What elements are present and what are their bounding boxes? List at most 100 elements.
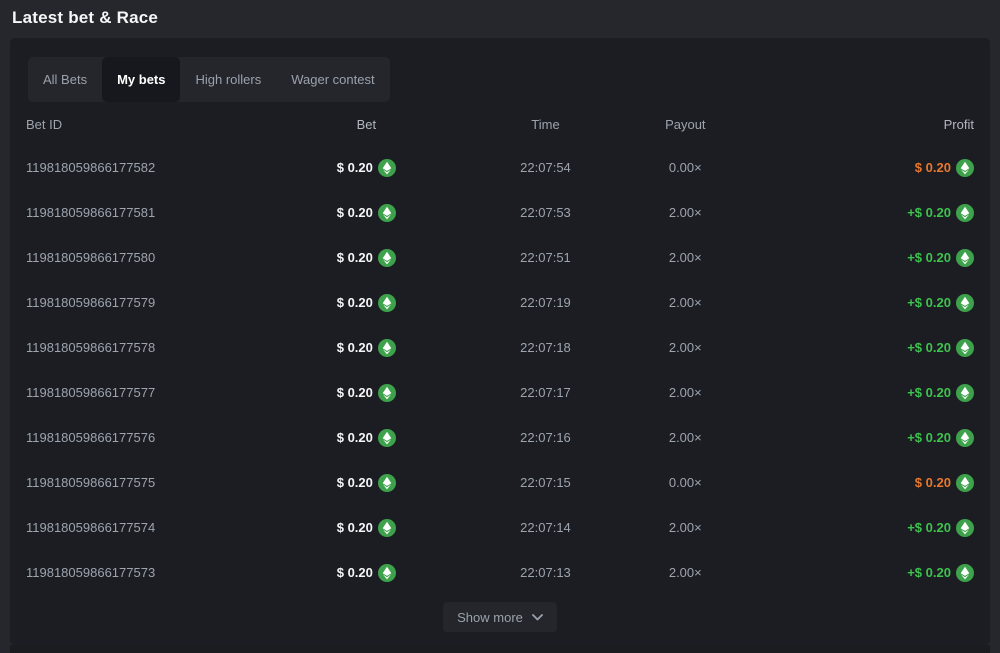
bet-time-cell: 22:07:18 [456, 340, 634, 355]
bet-amount: $ 0.20 [337, 430, 373, 445]
green-coin-icon [378, 339, 396, 357]
bets-tabs: All BetsMy betsHigh rollersWager contest [28, 57, 390, 102]
header-bet-id: Bet ID [26, 117, 276, 132]
bet-amount-cell: $ 0.20 [276, 249, 456, 267]
next-section-edge [10, 645, 990, 653]
bet-time-cell: 22:07:51 [456, 250, 634, 265]
green-coin-icon [378, 429, 396, 447]
bet-profit-cell: +$ 0.20 [736, 339, 974, 357]
green-coin-icon [378, 474, 396, 492]
bet-time-cell: 22:07:19 [456, 295, 634, 310]
profit-amount: +$ 0.20 [907, 520, 951, 535]
bet-id-cell: 119818059866177578 [26, 340, 276, 355]
green-coin-icon [956, 249, 974, 267]
green-coin-icon [378, 249, 396, 267]
bet-amount: $ 0.20 [337, 205, 373, 220]
green-coin-icon [956, 519, 974, 537]
table-header-row: Bet ID Bet Time Payout Profit [26, 110, 974, 138]
green-coin-icon [378, 519, 396, 537]
table-row[interactable]: 119818059866177577 $ 0.20 22:07:17 2.00×… [26, 370, 974, 415]
bet-id-cell: 119818059866177580 [26, 250, 276, 265]
profit-amount: +$ 0.20 [907, 250, 951, 265]
bet-profit-cell: +$ 0.20 [736, 564, 974, 582]
profit-amount: $ 0.20 [915, 475, 951, 490]
bet-profit-cell: +$ 0.20 [736, 384, 974, 402]
table-row[interactable]: 119818059866177578 $ 0.20 22:07:18 2.00×… [26, 325, 974, 370]
table-row[interactable]: 119818059866177574 $ 0.20 22:07:14 2.00×… [26, 505, 974, 550]
green-coin-icon [956, 159, 974, 177]
bet-amount-cell: $ 0.20 [276, 204, 456, 222]
bets-table-body: 119818059866177582 $ 0.20 22:07:54 0.00×… [26, 145, 974, 595]
bet-amount-cell: $ 0.20 [276, 339, 456, 357]
bet-id-cell: 119818059866177579 [26, 295, 276, 310]
table-row[interactable]: 119818059866177579 $ 0.20 22:07:19 2.00×… [26, 280, 974, 325]
bet-id-cell: 119818059866177576 [26, 430, 276, 445]
table-row[interactable]: 119818059866177573 $ 0.20 22:07:13 2.00×… [26, 550, 974, 595]
bet-payout-cell: 2.00× [635, 385, 736, 400]
bet-id-cell: 119818059866177574 [26, 520, 276, 535]
table-row[interactable]: 119818059866177582 $ 0.20 22:07:54 0.00×… [26, 145, 974, 190]
bet-profit-cell: +$ 0.20 [736, 204, 974, 222]
green-coin-icon [956, 294, 974, 312]
bet-payout-cell: 2.00× [635, 295, 736, 310]
tab-my-bets[interactable]: My bets [102, 57, 180, 102]
page-header: Latest bet & Race [0, 0, 1000, 38]
bet-time-cell: 22:07:13 [456, 565, 634, 580]
bet-amount: $ 0.20 [337, 160, 373, 175]
bet-time-cell: 22:07:53 [456, 205, 634, 220]
green-coin-icon [956, 204, 974, 222]
profit-amount: +$ 0.20 [907, 385, 951, 400]
bet-amount: $ 0.20 [337, 295, 373, 310]
bet-id-cell: 119818059866177575 [26, 475, 276, 490]
table-row[interactable]: 119818059866177575 $ 0.20 22:07:15 0.00×… [26, 460, 974, 505]
profit-amount: +$ 0.20 [907, 430, 951, 445]
bet-amount-cell: $ 0.20 [276, 159, 456, 177]
bet-amount: $ 0.20 [337, 250, 373, 265]
header-bet: Bet [276, 117, 456, 132]
bet-payout-cell: 2.00× [635, 250, 736, 265]
green-coin-icon [378, 384, 396, 402]
bet-amount-cell: $ 0.20 [276, 429, 456, 447]
table-row[interactable]: 119818059866177580 $ 0.20 22:07:51 2.00×… [26, 235, 974, 280]
bet-profit-cell: +$ 0.20 [736, 429, 974, 447]
profit-amount: $ 0.20 [915, 160, 951, 175]
bet-amount-cell: $ 0.20 [276, 564, 456, 582]
green-coin-icon [956, 429, 974, 447]
bet-amount: $ 0.20 [337, 565, 373, 580]
green-coin-icon [956, 564, 974, 582]
table-row[interactable]: 119818059866177576 $ 0.20 22:07:16 2.00×… [26, 415, 974, 460]
bet-payout-cell: 0.00× [635, 160, 736, 175]
profit-amount: +$ 0.20 [907, 205, 951, 220]
bet-id-cell: 119818059866177582 [26, 160, 276, 175]
bet-payout-cell: 2.00× [635, 565, 736, 580]
bet-profit-cell: +$ 0.20 [736, 249, 974, 267]
header-payout: Payout [635, 117, 736, 132]
green-coin-icon [378, 294, 396, 312]
show-more-label: Show more [457, 610, 523, 625]
bet-id-cell: 119818059866177573 [26, 565, 276, 580]
bet-time-cell: 22:07:16 [456, 430, 634, 445]
tab-all-bets[interactable]: All Bets [28, 57, 102, 102]
bet-time-cell: 22:07:54 [456, 160, 634, 175]
bet-time-cell: 22:07:15 [456, 475, 634, 490]
bet-profit-cell: +$ 0.20 [736, 294, 974, 312]
tab-high-rollers[interactable]: High rollers [180, 57, 276, 102]
green-coin-icon [378, 564, 396, 582]
tab-wager-contest[interactable]: Wager contest [276, 57, 389, 102]
profit-amount: +$ 0.20 [907, 340, 951, 355]
page-title: Latest bet & Race [12, 8, 158, 27]
bet-profit-cell: +$ 0.20 [736, 519, 974, 537]
bet-amount-cell: $ 0.20 [276, 384, 456, 402]
bet-payout-cell: 2.00× [635, 430, 736, 445]
show-more-button[interactable]: Show more [443, 602, 557, 632]
profit-amount: +$ 0.20 [907, 565, 951, 580]
bet-time-cell: 22:07:17 [456, 385, 634, 400]
bet-amount: $ 0.20 [337, 475, 373, 490]
table-row[interactable]: 119818059866177581 $ 0.20 22:07:53 2.00×… [26, 190, 974, 235]
header-profit: Profit [736, 117, 974, 132]
bet-profit-cell: $ 0.20 [736, 159, 974, 177]
bet-amount-cell: $ 0.20 [276, 474, 456, 492]
green-coin-icon [956, 339, 974, 357]
chevron-down-icon [532, 614, 543, 621]
header-time: Time [456, 117, 634, 132]
